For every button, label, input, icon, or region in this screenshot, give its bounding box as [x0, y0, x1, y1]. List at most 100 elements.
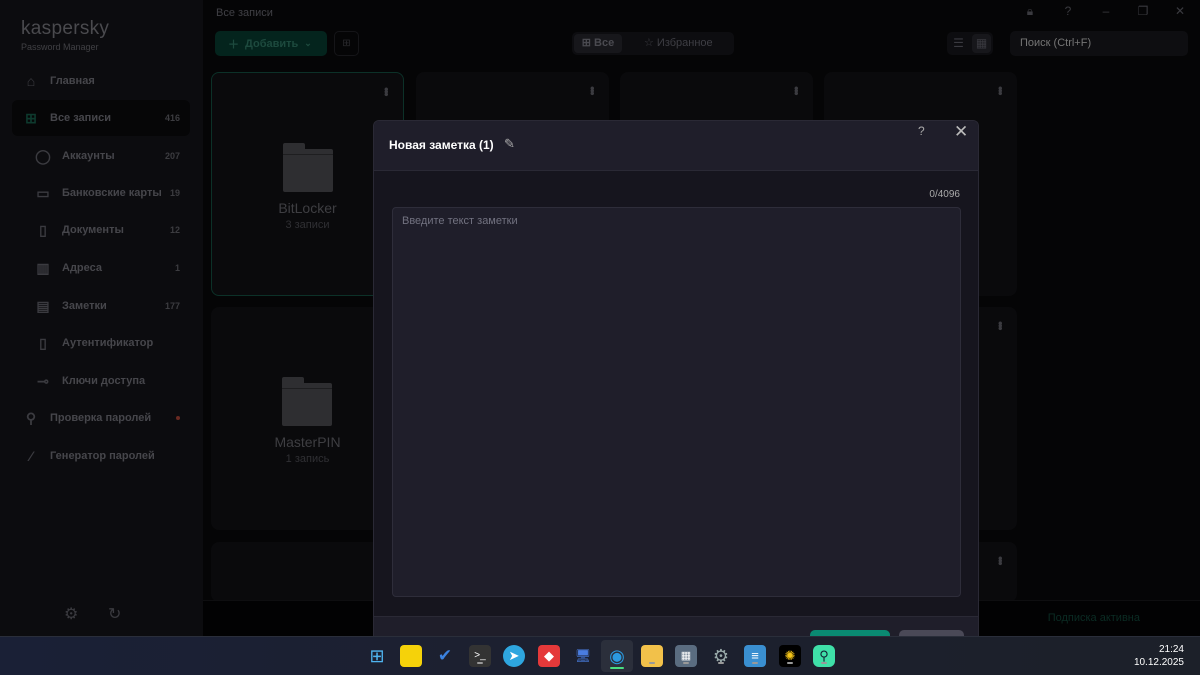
grid-view-icon[interactable]: ▦	[972, 34, 991, 53]
phone-icon: ▯	[39, 335, 47, 351]
calculator-icon[interactable]: ▦	[675, 645, 697, 667]
logo-subtitle: Password Manager	[21, 42, 99, 52]
dialog-close-button[interactable]: ✕	[954, 122, 968, 142]
label: Банковские карты	[62, 187, 162, 199]
edit-title-pencil-icon[interactable]: ✎	[504, 136, 515, 152]
dialog-title: Новая заметка (1)	[389, 138, 494, 152]
sidebar-item-cards[interactable]: ▭ Банковские карты 19	[12, 175, 190, 211]
sticky-notes-icon[interactable]	[400, 645, 422, 667]
file-explorer-icon[interactable]	[641, 645, 663, 667]
anydesk-icon[interactable]: ◆	[538, 645, 560, 667]
user-icon: ◯	[35, 148, 51, 164]
new-folder-button[interactable]: ⊞	[334, 31, 359, 56]
label: Документы	[62, 224, 124, 236]
sidebar-item-password-check[interactable]: ⚲ Проверка паролей	[12, 400, 190, 436]
sidebar-item-home[interactable]: ⌂ Главная	[12, 63, 190, 99]
label: Адреса	[62, 262, 102, 274]
label: Главная	[50, 75, 95, 87]
sidebar-item-generator[interactable]: ⁄ Генератор паролей	[12, 438, 190, 474]
alert-dot	[176, 416, 180, 420]
filter-segment: ⊞ Все ☆ Избранное	[572, 32, 734, 55]
todo-check-icon[interactable]: ✔	[434, 645, 456, 667]
subscription-status[interactable]: Подписка активна	[1048, 612, 1140, 624]
card-icon: ▭	[36, 185, 50, 201]
filter-all-label: Все	[594, 37, 615, 49]
help-icon[interactable]: ?	[1058, 4, 1078, 18]
more-icon[interactable]: •••	[993, 556, 1008, 564]
logo: kaspersky	[21, 18, 110, 39]
telegram-icon[interactable]: ➤	[503, 645, 525, 667]
close-window-icon[interactable]: ✕	[1170, 4, 1190, 18]
window-title: Все записи	[216, 7, 273, 19]
view-toggle: ☰ ▦	[947, 32, 993, 55]
settings-gear-icon[interactable]: ⚙	[64, 604, 78, 624]
more-icon[interactable]: •••	[585, 86, 600, 94]
password-check-icon: ⚲	[25, 410, 37, 426]
note-icon: ▤	[36, 298, 50, 314]
filter-favorites-tab[interactable]: ☆ Избранное	[644, 34, 713, 53]
folder-icon	[283, 143, 333, 192]
count: 177	[164, 301, 180, 311]
notepad-icon[interactable]: ≡	[744, 645, 766, 667]
new-note-dialog: Новая заметка (1) ✎ ? ✕ 0/4096	[373, 120, 979, 636]
label: Все записи	[50, 112, 111, 124]
char-counter: 0/4096	[929, 189, 960, 200]
key-icon: ⊸	[37, 373, 49, 389]
dialog-help-button[interactable]: ?	[918, 124, 925, 138]
terminal-icon[interactable]: >_	[469, 645, 491, 667]
kaspersky-password-icon[interactable]: ⚲	[813, 645, 835, 667]
star-icon: ☆	[644, 37, 657, 49]
sun-app-icon[interactable]: ✺	[779, 645, 801, 667]
count: 207	[164, 151, 180, 161]
plus-icon: ＋	[228, 38, 239, 51]
more-icon[interactable]: •••	[789, 86, 804, 94]
taskbar: ⊞ ✔ >_ ➤ ◆ 🖥︎ ◉ ▦ ⚙ ≡ ✺ ⚲	[0, 636, 1200, 675]
sidebar-item-authenticator[interactable]: ▯ Аутентификатор	[12, 325, 190, 361]
grid-icon: ⊞	[581, 37, 595, 49]
label: Ключи доступа	[62, 375, 146, 387]
time: 21:24	[1158, 644, 1184, 655]
building-icon: ▥	[36, 260, 50, 276]
remote-desktop-icon[interactable]: 🖥︎	[572, 645, 594, 667]
count: 12	[169, 225, 180, 235]
dialog-footer	[374, 616, 978, 636]
sidebar-item-documents[interactable]: ▯ Документы 12	[12, 212, 190, 248]
sidebar-item-addresses[interactable]: ▥ Адреса 1	[12, 250, 190, 286]
count: 1	[174, 263, 180, 273]
edge-browser-icon[interactable]: ◉	[601, 640, 633, 672]
date: 10.12.2025	[1133, 657, 1184, 668]
search-input[interactable]	[1010, 31, 1188, 56]
label: Заметки	[62, 300, 107, 312]
chevron-down-icon: ⌄	[304, 38, 312, 48]
add-label: Добавить	[245, 37, 299, 50]
label: Генератор паролей	[50, 450, 155, 462]
count: 416	[164, 113, 180, 123]
sidebar-item-all[interactable]: ⊞ Все записи 416	[12, 100, 190, 136]
sidebar-item-passkeys[interactable]: ⊸ Ключи доступа	[12, 363, 190, 399]
more-icon[interactable]: •••	[993, 86, 1008, 94]
more-icon[interactable]: •••	[379, 87, 394, 95]
lock-icon[interactable]: 🔒︎	[1020, 4, 1040, 19]
add-button[interactable]: ＋ Добавить ⌄	[215, 31, 327, 56]
dialog-header: Новая заметка (1) ✎ ? ✕	[374, 121, 978, 171]
sidebar-item-notes[interactable]: ▤ Заметки 177	[12, 288, 190, 324]
start-windows-icon[interactable]: ⊞	[366, 645, 388, 667]
document-icon: ▯	[39, 222, 47, 238]
sidebar-item-accounts[interactable]: ◯ Аккаунты 207	[12, 138, 190, 174]
sync-icon[interactable]: ↻	[108, 604, 121, 624]
grid-icon: ⊞	[25, 110, 37, 126]
folder-icon	[282, 377, 332, 426]
more-icon[interactable]: •••	[993, 321, 1008, 329]
restore-icon[interactable]: ❐	[1133, 4, 1153, 18]
label: Аутентификатор	[62, 337, 154, 349]
note-text-input[interactable]	[392, 207, 961, 597]
settings-icon[interactable]: ⚙	[710, 645, 732, 667]
filter-all-tab[interactable]: ⊞ Все	[574, 34, 622, 53]
home-icon: ⌂	[26, 73, 36, 89]
list-view-icon[interactable]: ☰	[949, 34, 968, 53]
system-clock[interactable]: 21:24 10.12.2025	[1134, 643, 1184, 669]
count: 19	[169, 188, 180, 198]
minimize-icon[interactable]: –	[1096, 4, 1116, 18]
label: Аккаунты	[62, 150, 115, 162]
filter-favorites-label: Избранное	[656, 37, 713, 49]
